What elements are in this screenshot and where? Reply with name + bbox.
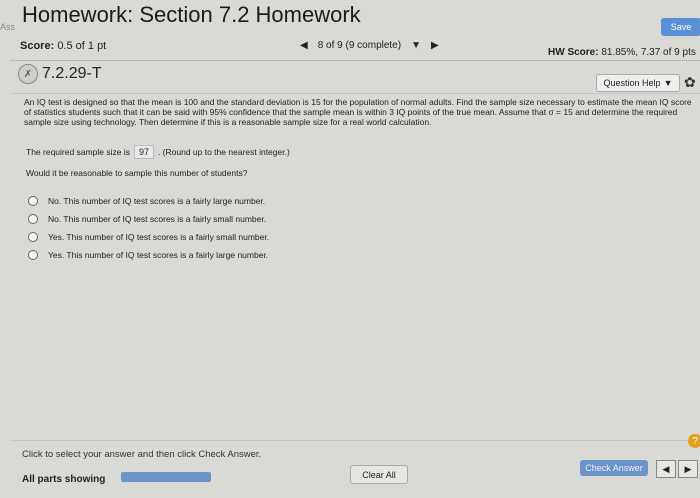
- partial-credit-icon: ✗: [18, 64, 38, 84]
- instruction-text: Click to select your answer and then cli…: [22, 449, 262, 460]
- question-help-button[interactable]: Question Help ▼: [596, 74, 680, 92]
- question-navigation: ◀ 8 of 9 (9 complete) ▼ ▶: [300, 40, 439, 51]
- question-position[interactable]: 8 of 9 (9 complete): [318, 40, 401, 51]
- option-label: Yes. This number of IQ test scores is a …: [48, 232, 270, 242]
- page-title: Homework: Section 7.2 Homework: [22, 2, 361, 27]
- problem-statement: An IQ test is designed so that the mean …: [24, 97, 692, 127]
- next-part-icon[interactable]: ▶: [678, 460, 698, 478]
- radio-button[interactable]: [28, 196, 38, 206]
- radio-button[interactable]: [28, 232, 38, 242]
- option-label: No. This number of IQ test scores is a f…: [48, 196, 266, 206]
- hw-score-label: HW Score:: [548, 47, 599, 58]
- hw-score: HW Score: 81.85%, 7.37 of 9 pts: [548, 47, 696, 58]
- option-a[interactable]: No. This number of IQ test scores is a f…: [28, 196, 269, 206]
- side-label: Ass: [0, 22, 16, 32]
- required-sample-size: The required sample size is 97 . (Round …: [26, 145, 290, 159]
- gear-icon[interactable]: ✿: [684, 74, 696, 91]
- question-id-label: 7.2.29-T: [42, 65, 102, 82]
- answer-box[interactable]: 97: [133, 145, 154, 159]
- next-question-icon[interactable]: ▶: [431, 40, 439, 51]
- hw-score-value: 81.85%, 7.37 of 9 pts: [601, 47, 696, 58]
- chevron-down-icon[interactable]: ▼: [411, 40, 421, 51]
- radio-button[interactable]: [28, 250, 38, 260]
- option-d[interactable]: Yes. This number of IQ test scores is a …: [28, 250, 269, 260]
- save-button[interactable]: Save: [661, 18, 700, 36]
- option-label: No. This number of IQ test scores is a f…: [48, 214, 267, 224]
- clear-all-button[interactable]: Clear All: [350, 465, 408, 484]
- check-answer-button[interactable]: Check Answer: [580, 460, 648, 476]
- required-suffix: . (Round up to the nearest integer.): [157, 147, 290, 157]
- footer-divider: [10, 440, 700, 441]
- chevron-down-icon: ▼: [663, 78, 673, 88]
- second-question: Would it be reasonable to sample this nu…: [26, 168, 248, 178]
- header-divider: [10, 60, 700, 61]
- option-c[interactable]: Yes. This number of IQ test scores is a …: [28, 232, 269, 242]
- score-display: Score: 0.5 of 1 pt: [20, 40, 106, 52]
- radio-button[interactable]: [28, 214, 38, 224]
- option-b[interactable]: No. This number of IQ test scores is a f…: [28, 214, 269, 224]
- option-label: Yes. This number of IQ test scores is a …: [48, 250, 269, 260]
- answer-options: No. This number of IQ test scores is a f…: [28, 196, 269, 260]
- score-value: 0.5 of 1 pt: [57, 40, 107, 52]
- question-divider: [10, 93, 700, 94]
- previous-part-icon[interactable]: ◀: [656, 460, 676, 478]
- progress-bar: [121, 472, 211, 482]
- previous-question-icon[interactable]: ◀: [300, 40, 308, 51]
- score-label: Score:: [20, 40, 55, 52]
- required-prefix: The required sample size is: [26, 147, 130, 157]
- question-help-label: Question Help: [603, 78, 661, 88]
- question-id: ✗ 7.2.29-T: [18, 64, 102, 84]
- parts-showing-label: All parts showing: [22, 474, 106, 485]
- help-icon[interactable]: ?: [688, 434, 700, 448]
